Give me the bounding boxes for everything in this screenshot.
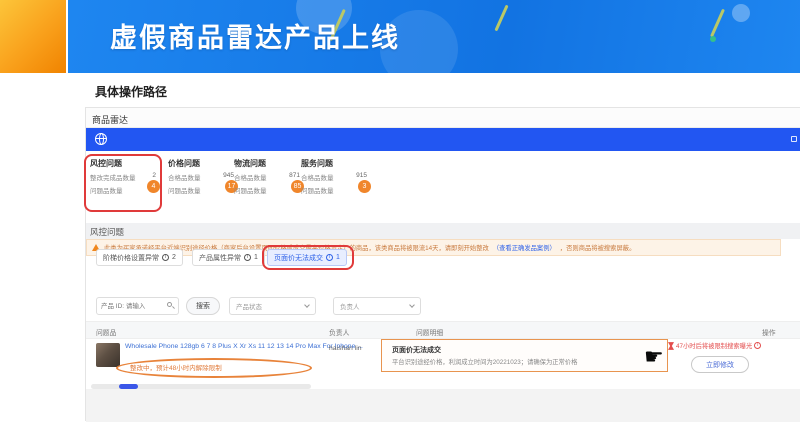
product-thumbnail — [96, 343, 120, 367]
stat-value: 871 — [289, 172, 300, 179]
chevron-down-icon — [409, 302, 415, 308]
table-row: Wholesale Phone 128gb 6 7 8 Plus X Xr Xs… — [86, 339, 800, 385]
col-header-owner: 负责人 — [329, 327, 349, 337]
stats-panel-service[interactable]: 服务问题 合格品数量 915 问题品数量 3 — [301, 158, 369, 210]
banner: 虚假商品雷达产品上线 — [68, 0, 800, 73]
stats-panel-price[interactable]: 价格问题 合格品数量945 问题品数量 17 — [168, 158, 236, 210]
hourglass-icon — [668, 342, 674, 350]
info-icon: i — [754, 342, 761, 349]
tab-ladder-price[interactable]: 阶梯价格设置异常 i 2 — [96, 249, 183, 266]
tab-count: 2 — [172, 254, 176, 261]
product-id-input[interactable] — [101, 299, 163, 313]
stat-value: 945 — [223, 172, 234, 179]
tab-page-price[interactable]: 页面价无法成交 i 1 — [267, 249, 347, 266]
product-id-search-field[interactable] — [96, 297, 179, 315]
table-header: 问题品 负责人 问题明细 操作 — [86, 321, 800, 339]
info-icon: i — [326, 254, 333, 261]
panel-title: 物流问题 — [234, 158, 266, 169]
nav-collapse-icon[interactable] — [791, 136, 797, 142]
col-header-problem-item: 问题品 — [96, 327, 116, 337]
stat-value: 2 — [152, 172, 156, 179]
problem-count-badge: 4 — [147, 180, 160, 193]
stat-label: 问题品数量 — [90, 188, 123, 195]
stat-label: 合格品数量 — [234, 175, 267, 182]
stat-label: 问题品数量 — [168, 188, 201, 195]
tab-label: 阶梯价格设置异常 — [103, 253, 159, 263]
tab-count: 1 — [254, 254, 258, 261]
stat-label: 整改完成品数量 — [90, 175, 136, 182]
stat-label: 问题品数量 — [234, 188, 267, 195]
chevron-down-icon — [304, 302, 310, 308]
product-status-text: 整改中，预计48小时内解除限制 — [130, 362, 222, 372]
info-icon: i — [162, 254, 169, 261]
app-page-title: 商品雷达 — [92, 113, 128, 126]
issue-detail-box: 页面价无法成交 平台识别途经价格，利润成立时间为20221023；请确保为正常价… — [381, 339, 668, 372]
product-status-select[interactable]: 产品状态 — [229, 297, 316, 315]
stat-value: 915 — [356, 172, 367, 179]
tab-label: 产品属性异常 — [199, 253, 241, 263]
slide: 虚假商品雷达产品上线 具体操作路径 商品雷达 风控问题 整改完成品数量 2 问题品… — [0, 0, 800, 433]
section-divider — [86, 223, 800, 239]
banner-title: 虚假商品雷达产品上线 — [110, 16, 400, 55]
radar-globe-icon — [95, 133, 107, 145]
app-header: 商品雷达 — [86, 108, 800, 128]
owner-name: haishan lin — [329, 345, 362, 352]
banner-deco-dot — [710, 36, 716, 42]
issues-card: 阶梯价格设置异常 i 2 产品属性异常 i 1 页面价无法成交 i 1 此类为买… — [86, 239, 800, 389]
issue-title: 页面价无法成交 — [392, 345, 441, 355]
deadline-warning: 47小时后将被限制搜索曝光 i — [668, 341, 761, 350]
pointing-hand-icon: ☛ — [644, 346, 664, 368]
owner-select[interactable]: 负责人 — [333, 297, 421, 315]
warning-example-link[interactable]: （查看正确发品案例） — [493, 243, 556, 252]
info-icon: i — [244, 254, 251, 261]
search-button[interactable]: 搜索 — [186, 297, 220, 315]
tab-label: 页面价无法成交 — [274, 253, 323, 263]
stats-panel-risk[interactable]: 风控问题 整改完成品数量 2 问题品数量 4 — [90, 158, 158, 210]
tab-product-attr[interactable]: 产品属性异常 i 1 — [192, 249, 265, 266]
issue-description: 平台识别途经价格，利润成立时间为20221023；请确保为正常价格 — [392, 357, 577, 366]
col-header-issue-detail: 问题明细 — [416, 327, 443, 337]
stat-label: 合格品数量 — [301, 175, 334, 182]
panel-title: 风控问题 — [90, 158, 122, 169]
app-bottom-area — [86, 389, 800, 422]
panel-title: 服务问题 — [301, 158, 333, 169]
fix-now-button[interactable]: 立即修改 — [691, 356, 749, 373]
banner-deco-slash — [494, 5, 508, 32]
section-title: 风控问题 — [90, 226, 124, 238]
app-nav-bar — [86, 128, 800, 151]
banner-deco-circle — [732, 4, 750, 22]
search-icon — [167, 302, 174, 309]
stats-panel-logistics[interactable]: 物流问题 合格品数量871 问题品数量 85 — [234, 158, 302, 210]
stat-label: 问题品数量 — [301, 188, 334, 195]
col-header-actions: 操作 — [762, 327, 776, 337]
tab-count: 1 — [336, 254, 340, 261]
select-value: 产品状态 — [236, 301, 262, 311]
banner-deco-slash — [710, 9, 725, 38]
deadline-warning-text: 47小时后将被限制搜索曝光 — [676, 341, 752, 350]
warning-text-tail: ，否则商品将被搜索屏蔽。 — [560, 243, 636, 252]
banner-orange-block — [0, 0, 66, 73]
stats-row: 风控问题 整改完成品数量2 问题品数量 4 价格问题 合格品数量945 问题品数… — [86, 151, 800, 223]
app-screenshot: 商品雷达 风控问题 整改完成品数量2 问题品数量 4 价格问题 合格品数量945… — [85, 107, 800, 421]
panel-title: 价格问题 — [168, 158, 200, 169]
select-value: 负责人 — [340, 301, 360, 311]
warning-banner: 此类为买家承诺经平台近端识别途径价格（商家后台设置页面价格或成交最高价格设定）的… — [86, 239, 781, 256]
stat-label: 合格品数量 — [168, 175, 201, 182]
subtitle: 具体操作路径 — [95, 83, 167, 100]
problem-count-badge: 3 — [358, 180, 371, 193]
